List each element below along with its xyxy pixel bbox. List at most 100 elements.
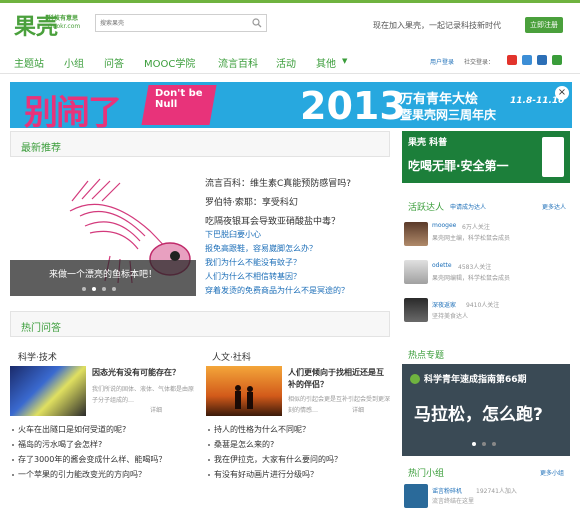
user-name[interactable]: moogee (432, 222, 456, 229)
ad-logo-icon (542, 137, 564, 177)
user-desc: 坚持美食达人 (432, 313, 469, 320)
latest-section-header: 最新推荐 (10, 131, 390, 157)
headline-link[interactable]: 流言百科：维生素C真能预防感冒吗? (205, 176, 351, 189)
avatar[interactable] (404, 260, 428, 284)
bullet (208, 474, 210, 476)
bullet (208, 444, 210, 446)
user-desc: 果壳网主编，科学松鼠会成员 (432, 235, 511, 242)
bullet (12, 474, 14, 476)
news-link[interactable]: 报免高跟鞋，容易崴脚怎么办？ (205, 243, 317, 254)
slider-dot[interactable] (82, 287, 86, 291)
top-accent-line (0, 0, 580, 3)
food-safety-ad[interactable]: 果壳 科普 吃喝无罪·安全第一 (402, 131, 570, 183)
hot-slider-dot[interactable] (492, 442, 496, 446)
headline-link[interactable]: 吃隔夜银耳会导致亚硝酸盐中毒？ (205, 214, 340, 227)
science-question-link[interactable]: 一个苹果的引力能改变光的方向吗？ (18, 469, 146, 480)
slider-dot-active[interactable] (92, 287, 96, 291)
group-members: 192741人加入 (476, 488, 517, 495)
slider-dot[interactable] (102, 287, 106, 291)
headline-link[interactable]: 罗伯特·索耶：享受科幻 (205, 195, 298, 208)
login-link[interactable]: 用户登录 (430, 59, 454, 66)
bullet (208, 429, 210, 431)
ad-brand: 果壳 科普 (408, 138, 448, 148)
banner-line2: 暨果壳网三周年庆 (400, 108, 497, 122)
hot-topic-headline: 科学青年速成指南第66期 (424, 375, 527, 385)
nav-item-events[interactable]: 活动 (276, 55, 296, 70)
renren-icon[interactable] (537, 55, 547, 65)
search-box (95, 14, 267, 32)
banner-year: 2013 (300, 84, 406, 128)
science-youth-icon (410, 374, 420, 384)
weibo-icon[interactable] (507, 55, 517, 65)
group-name[interactable]: 谣言粉碎机 (432, 486, 462, 495)
qq-icon[interactable] (522, 55, 532, 65)
news-link[interactable]: 下巴脱臼要小心 (205, 229, 261, 240)
guokr-logo[interactable]: 果壳 科技有意思 Guokr.com (14, 9, 94, 40)
humanities-question-image[interactable] (206, 366, 282, 416)
bullet (12, 444, 14, 446)
couple-silhouette-icon (235, 385, 253, 409)
search-input[interactable] (96, 15, 246, 31)
hot-groups-header: 热门小组 更多小组 (402, 462, 570, 482)
social-login-label: 社交登录： (463, 59, 494, 66)
science-question-link[interactable]: 存了3000年的酱会变成什么样、能喝吗？ (18, 454, 166, 465)
anniversary-banner[interactable]: 别闹了 Don't be Null 2013 万有青年大烩 暨果壳网三周年庆 1… (10, 82, 572, 128)
active-users-title: 活跃达人 (408, 203, 445, 213)
more-groups-link[interactable]: 更多小组 (540, 468, 564, 477)
close-icon[interactable]: × (555, 86, 569, 100)
science-detail-link[interactable]: 详细 (150, 405, 162, 416)
nav-item-rumor-wiki[interactable]: 流言百科 (218, 55, 258, 70)
hotqa-title: 热门问答 (21, 323, 61, 334)
nav-item-topics[interactable]: 主题站 (14, 55, 44, 70)
news-link[interactable]: 我们为什么不能没有蚊子？ (205, 257, 301, 268)
avatar[interactable] (404, 298, 428, 322)
science-question-link[interactable]: 火车在出隧口是如何受道的呢? (18, 424, 126, 435)
hot-groups-title: 热门小组 (408, 469, 445, 479)
humanities-question-title[interactable]: 人们更倾向于找相近还是互补的伴侣？ (288, 367, 390, 391)
user-followers: 9410人关注 (466, 302, 500, 309)
humanities-category-label[interactable]: 人文·社科 (212, 350, 251, 363)
douban-icon[interactable] (552, 55, 562, 65)
banner-dont-be-null: Don't be Null (155, 88, 203, 110)
logo-slogan: 科技有意思 (48, 15, 79, 22)
humanities-question-link[interactable]: 有没有好动画片进行分级吗？ (214, 469, 318, 480)
science-question-link[interactable]: 福岛的污水喝了会怎样? (18, 439, 102, 450)
science-category-label[interactable]: 科学·技术 (18, 350, 57, 363)
humanities-detail-link[interactable]: 详细 (352, 405, 364, 416)
user-desc: 果壳网编辑，科学松鼠会成员 (432, 275, 511, 282)
logo-url: Guokr.com (48, 23, 81, 30)
slider-dot[interactable] (112, 287, 116, 291)
humanities-question-desc: 相似的引起会更是互补引起会受到更深刻的情感… (288, 396, 391, 414)
hotqa-section-header: 热门问答 (10, 311, 390, 337)
slider-caption: 来做一个漂亮的鱼标本吧！ (48, 270, 157, 280)
science-question-image[interactable] (10, 366, 86, 416)
humanities-question-link[interactable]: 我在伊拉克，大家有什么要问的吗？ (214, 454, 342, 465)
active-users-header: 活跃达人 申请成为达人 更多达人 (402, 196, 570, 216)
login-area: 用户登录 社交登录： (430, 57, 494, 66)
nav-item-more[interactable]: 其他 (316, 55, 336, 70)
user-name[interactable]: 深夜返家 (432, 300, 456, 309)
hot-topic-image[interactable]: 科学青年速成指南第66期 马拉松，怎么跑? (402, 364, 570, 456)
news-link[interactable]: 穿着发烫的免费商品为什么不是冥途的？ (205, 285, 349, 296)
nav-item-groups[interactable]: 小组 (64, 55, 84, 70)
register-button[interactable]: 立即注册 (525, 17, 563, 33)
science-question-title[interactable]: 因态光有没有可能存在？ (92, 367, 196, 379)
apply-expert-link[interactable]: 申请成为达人 (450, 202, 486, 211)
user-name[interactable]: odette (432, 262, 452, 269)
join-promo-text: 现在加入果壳，一起记录科技新时代 (373, 21, 501, 30)
news-link[interactable]: 人们为什么不相信转基因？ (205, 271, 301, 282)
hot-topic-sub: 马拉松，怎么跑? (414, 405, 543, 425)
humanities-question-link[interactable]: 持人的性格为什么不同呢？ (214, 424, 310, 435)
search-icon[interactable] (252, 18, 262, 28)
group-avatar[interactable] (404, 484, 428, 508)
hot-slider-dot[interactable] (482, 442, 486, 446)
humanities-question-link[interactable]: 桑葚是怎么来的? (214, 439, 274, 450)
bullet (12, 429, 14, 431)
hot-slider-dot[interactable] (472, 442, 476, 446)
more-experts-link[interactable]: 更多达人 (542, 202, 566, 211)
nav-item-qa[interactable]: 问答 (104, 55, 124, 70)
hot-topics-title: 热点专题 (408, 351, 445, 361)
avatar[interactable] (404, 222, 428, 246)
chevron-down-icon[interactable]: ▼ (342, 57, 347, 65)
nav-item-mooc[interactable]: MOOC学院 (144, 55, 195, 70)
